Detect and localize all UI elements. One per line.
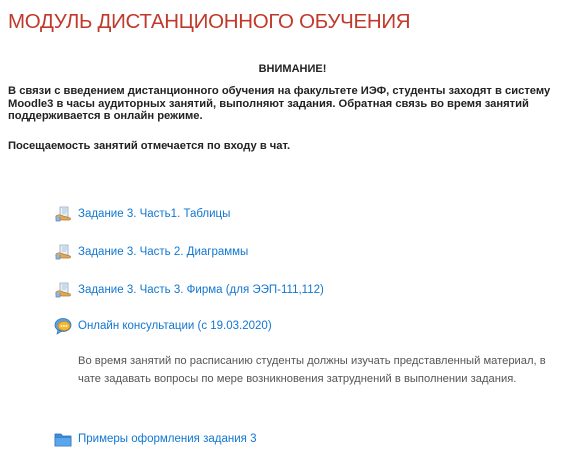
assignment-icon [54, 205, 72, 223]
activity-link-part2[interactable]: Задание 3. Часть 2. Диаграммы [78, 246, 248, 258]
activity-online-consultation[interactable]: Онлайн консультации (с 19.03.2020) [54, 317, 272, 335]
assignment-icon [54, 281, 72, 299]
activity-link-part1[interactable]: Задание 3. Часть1. Таблицы [78, 208, 230, 220]
notice-heading: ВНИМАНИЕ! [258, 63, 327, 75]
chat-icon [54, 317, 72, 335]
notice-body: В связи с введением дистанционного обуче… [8, 85, 551, 122]
activity-assignment-part1[interactable]: Задание 3. Часть1. Таблицы [54, 205, 230, 223]
activity-assignment-part2[interactable]: Задание 3. Часть 2. Диаграммы [54, 243, 248, 261]
activity-assignment-part3[interactable]: Задание 3. Часть 3. Фирма (для ЭЭП-111,1… [54, 281, 324, 299]
folder-icon [54, 430, 72, 448]
attendance-note: Посещаемость занятий отмечается по входу… [8, 140, 291, 152]
page-title: МОДУЛЬ ДИСТАНЦИОННОГО ОБУЧЕНИЯ [8, 10, 411, 33]
activity-link-consultation[interactable]: Онлайн консультации (с 19.03.2020) [78, 320, 272, 332]
assignment-icon [54, 243, 72, 261]
activity-link-examples[interactable]: Примеры оформления задания 3 [78, 433, 256, 445]
activity-link-part3[interactable]: Задание 3. Часть 3. Фирма (для ЭЭП-111,1… [78, 284, 324, 296]
activity-examples-folder[interactable]: Примеры оформления задания 3 [54, 430, 256, 448]
chat-description: Во время занятий по расписанию студенты … [78, 355, 546, 385]
